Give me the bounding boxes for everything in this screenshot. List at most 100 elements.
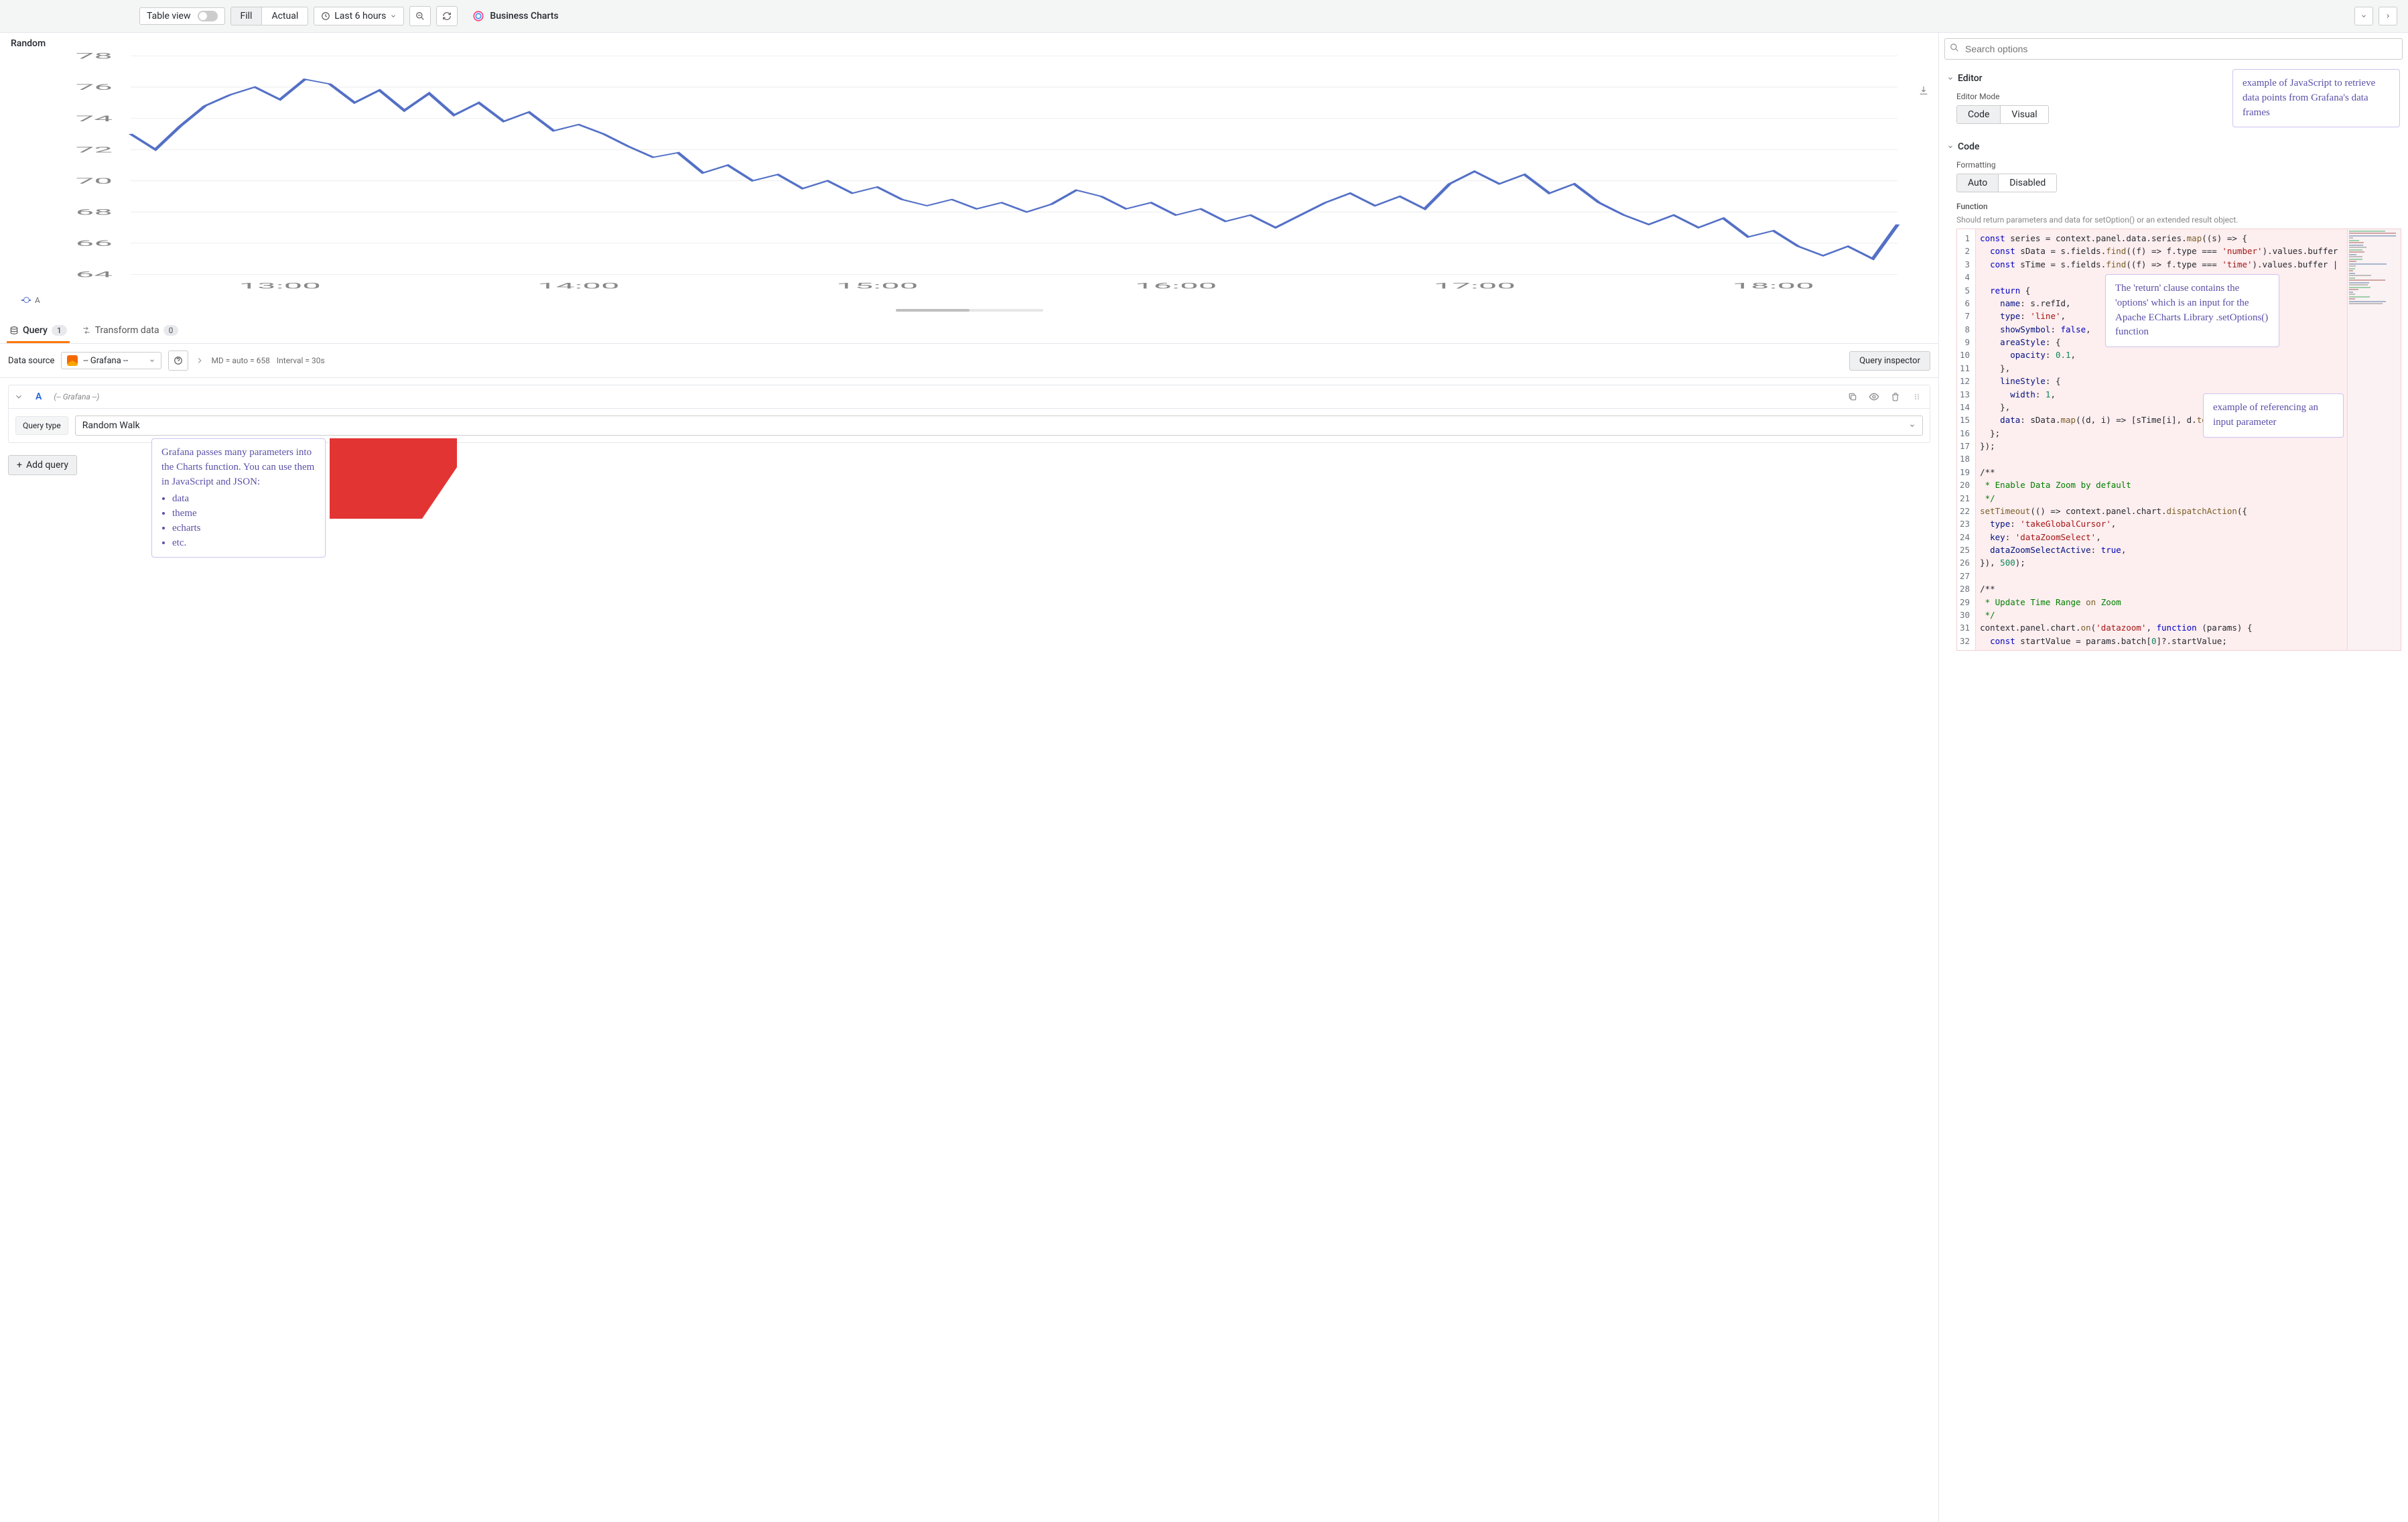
svg-text:68: 68 — [76, 208, 113, 217]
chevron-down-icon — [1947, 75, 1954, 82]
datasource-value: -- Grafana -- — [83, 356, 143, 366]
drag-handle[interactable] — [1910, 389, 1924, 404]
panel-collapse-button[interactable] — [2379, 7, 2397, 25]
datasource-row: Data source -- Grafana -- MD = auto = 65… — [0, 344, 1938, 378]
interval-meta: Interval = 30s — [277, 356, 325, 365]
svg-text:14:00: 14:00 — [537, 281, 619, 291]
switch-icon[interactable] — [198, 11, 218, 21]
mode-visual-button[interactable]: Visual — [2000, 106, 2048, 123]
query-editor: A (-- Grafana --) Query type Random Walk — [8, 385, 1930, 443]
tab-transform-label: Transform data — [95, 325, 159, 336]
options-pane: Editor Editor Mode Code Visual Code Form… — [1939, 33, 2408, 1522]
query-count-badge: 1 — [52, 325, 67, 336]
arrow-annotation-icon — [330, 438, 457, 519]
query-header: A (-- Grafana --) — [9, 385, 1930, 409]
svg-text:17:00: 17:00 — [1434, 281, 1516, 291]
plugin-logo-icon — [472, 10, 484, 22]
chevron-down-icon — [1947, 143, 1954, 150]
callout-param-item: echarts — [172, 521, 316, 536]
function-label: Function — [1956, 202, 2401, 211]
section-code-title: Code — [1958, 141, 1979, 152]
refresh-icon — [442, 11, 452, 21]
svg-text:15:00: 15:00 — [836, 281, 918, 291]
legend-series-label: A — [35, 296, 40, 305]
chevron-down-icon — [390, 13, 397, 19]
clock-icon — [321, 11, 330, 21]
callout-param-item: theme — [172, 507, 316, 521]
svg-text:13:00: 13:00 — [239, 281, 320, 291]
svg-text:72: 72 — [76, 145, 113, 155]
svg-text:70: 70 — [76, 176, 113, 186]
table-view-toggle[interactable]: Table view — [139, 7, 225, 25]
zoom-out-button[interactable] — [409, 6, 431, 26]
code-gutter: 1234567891011121314151617181920212223242… — [1957, 229, 1976, 650]
fmt-disabled-button[interactable]: Disabled — [1998, 174, 2056, 192]
formatting-group: Auto Disabled — [1956, 174, 2057, 192]
tab-transform[interactable]: Transform data 0 — [79, 318, 182, 343]
code-minimap[interactable] — [2347, 229, 2401, 650]
callout-params-list: datathemeechartsetc. — [172, 492, 316, 550]
toggle-visibility-button[interactable] — [1867, 389, 1881, 404]
chart-legend[interactable]: A — [11, 293, 1928, 308]
query-inspector-button[interactable]: Query inspector — [1849, 351, 1930, 371]
callout-param-item: data — [172, 492, 316, 507]
time-range-picker[interactable]: Last 6 hours — [314, 7, 404, 25]
panel-plugin-title: Business Charts — [490, 11, 2349, 21]
transform-count-badge: 0 — [163, 325, 179, 336]
datasource-select[interactable]: -- Grafana -- — [61, 352, 161, 369]
query-name-hint: (-- Grafana --) — [54, 392, 1838, 401]
svg-text:76: 76 — [76, 82, 113, 92]
time-range-label: Last 6 hours — [334, 11, 386, 21]
question-icon — [174, 356, 183, 365]
chevron-down-icon[interactable] — [14, 392, 23, 401]
add-query-label: Add query — [26, 460, 68, 470]
fit-mode-group: Fill Actual — [230, 7, 309, 25]
refresh-button[interactable] — [436, 6, 458, 26]
actual-button[interactable]: Actual — [261, 7, 308, 25]
zoom-out-icon — [415, 11, 425, 21]
section-code-header[interactable]: Code — [1946, 136, 2401, 157]
transform-icon — [82, 326, 91, 335]
callout-params-text: Grafana passes many parameters into the … — [161, 446, 316, 489]
plus-icon: + — [17, 460, 22, 470]
callout-params: Grafana passes many parameters into the … — [151, 438, 326, 558]
plugin-dropdown-button[interactable] — [2354, 7, 2373, 25]
grafana-logo-icon — [67, 355, 78, 366]
fill-button[interactable]: Fill — [231, 7, 262, 25]
formatting-label: Formatting — [1956, 160, 2401, 170]
chevron-down-icon — [2360, 13, 2367, 19]
chevron-right-icon — [2385, 13, 2391, 19]
query-type-label: Query type — [15, 416, 68, 435]
chevron-down-icon — [1909, 422, 1916, 429]
line-chart[interactable]: 64 66 68 70 72 74 76 78 13:00 14:00 15:00 16:00 17:0… — [11, 52, 1928, 293]
callout-input-param: example of referencing an input paramete… — [2203, 393, 2344, 438]
grip-icon — [1913, 393, 1921, 401]
delete-query-button[interactable] — [1888, 389, 1903, 404]
svg-text:78: 78 — [76, 52, 113, 61]
panel-plugin-bar: Business Charts — [467, 4, 2403, 28]
query-type-select[interactable]: Random Walk — [75, 416, 1923, 436]
add-query-button[interactable]: + Add query — [8, 455, 77, 475]
top-toolbar: Table view Fill Actual Last 6 hours Busi… — [0, 0, 2408, 33]
svg-text:66: 66 — [76, 239, 113, 248]
svg-text:64: 64 — [76, 270, 113, 279]
query-type-value: Random Walk — [82, 420, 140, 431]
datasource-help-button[interactable] — [168, 351, 188, 371]
section-editor-title: Editor — [1958, 73, 1983, 84]
search-icon — [1950, 43, 1959, 52]
fmt-auto-button[interactable]: Auto — [1957, 174, 1998, 192]
chevron-right-icon[interactable] — [195, 356, 204, 365]
tab-query[interactable]: Query 1 — [7, 318, 70, 343]
callout-js-example: example of JavaScript to retrieve data p… — [2232, 69, 2400, 127]
callout-return-clause: The 'return' clause contains the 'option… — [2105, 274, 2279, 347]
trash-icon — [1891, 392, 1900, 401]
query-refid[interactable]: A — [30, 390, 47, 403]
mode-code-button[interactable]: Code — [1957, 106, 2000, 123]
svg-text:74: 74 — [76, 114, 113, 123]
horizontal-scrollbar[interactable] — [896, 309, 1043, 312]
duplicate-query-button[interactable] — [1845, 389, 1860, 404]
tab-query-label: Query — [23, 325, 48, 336]
svg-text:16:00: 16:00 — [1135, 281, 1217, 291]
function-help: Should return parameters and data for se… — [1956, 215, 2401, 225]
search-input[interactable] — [1944, 38, 2403, 60]
